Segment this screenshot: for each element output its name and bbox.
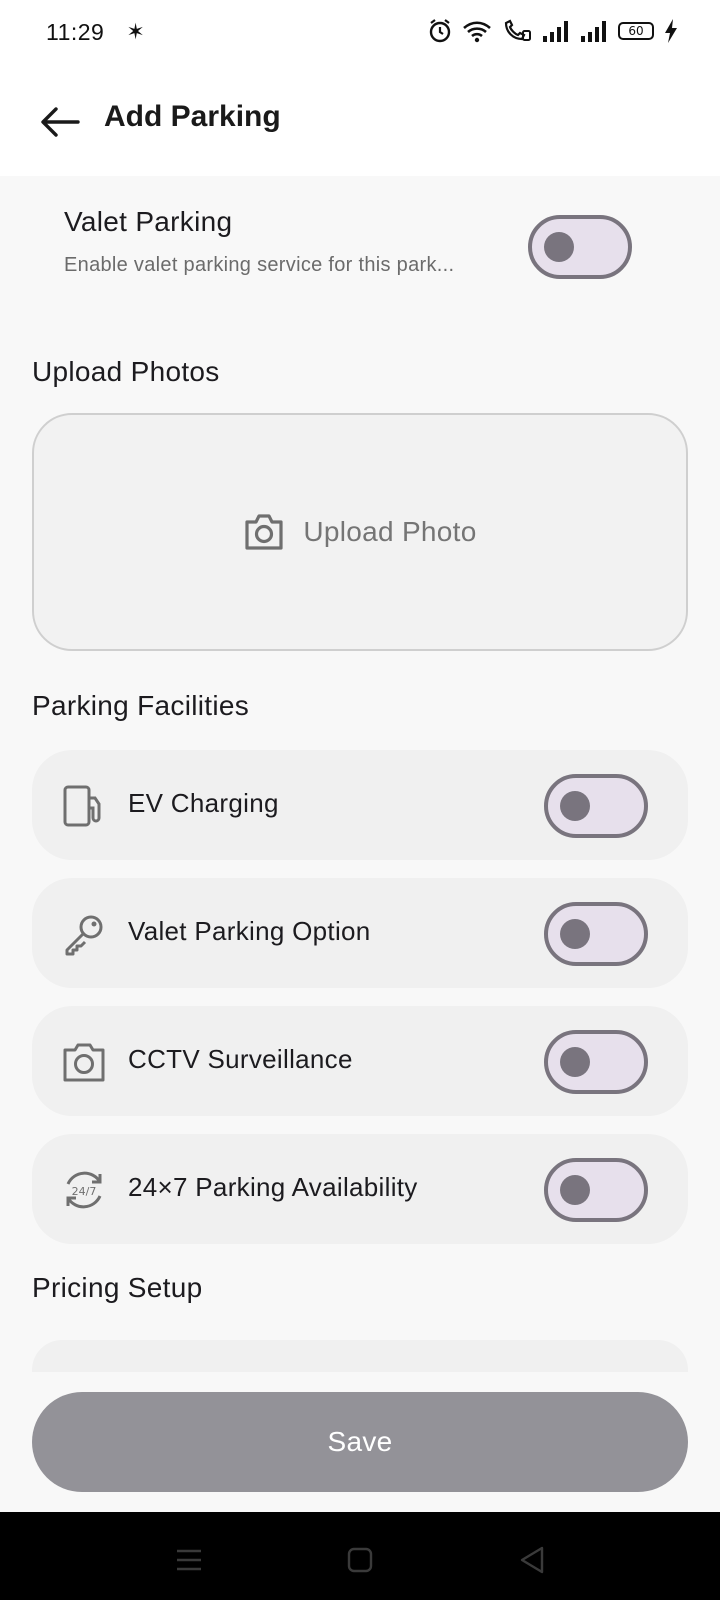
ev-charger-icon	[62, 784, 106, 828]
upload-photo-button[interactable]: Upload Photo	[32, 413, 688, 651]
back-button[interactable]	[38, 100, 82, 144]
upload-photo-label: Upload Photo	[303, 516, 477, 547]
upload-photos-title: Upload Photos	[32, 356, 220, 387]
facility-ev-charging: EV Charging	[32, 750, 688, 860]
wifi-call-icon	[504, 19, 531, 41]
menu-icon	[177, 1549, 201, 1571]
facility-label: CCTV Surveillance	[128, 1044, 353, 1074]
status-time: 11:29	[46, 18, 105, 45]
form-content[interactable]: Valet Parking Enable valet parking servi…	[0, 176, 720, 1372]
ev-charging-toggle[interactable]	[544, 774, 648, 838]
cctv-toggle[interactable]	[544, 1030, 648, 1094]
facility-24x7: 24/7 24×7 Parking Availability	[32, 1134, 688, 1244]
arrow-left-icon	[41, 107, 80, 137]
toggle-knob	[560, 791, 590, 821]
status-icons: 60	[428, 18, 678, 44]
wifi-icon	[463, 21, 491, 43]
camera-icon	[245, 514, 283, 550]
facility-label: EV Charging	[128, 788, 279, 818]
pricing-card	[32, 1340, 688, 1372]
facility-cctv: CCTV Surveillance	[32, 1006, 688, 1116]
signal-icon	[581, 21, 606, 42]
key-icon	[62, 912, 106, 956]
valet-parking-toggle[interactable]	[528, 215, 632, 279]
save-button[interactable]: Save	[32, 1392, 688, 1492]
system-nav-bar	[0, 1512, 720, 1600]
facility-label: 24×7 Parking Availability	[128, 1172, 418, 1202]
home-button[interactable]	[340, 1540, 380, 1580]
toggle-knob	[544, 232, 574, 262]
app-bar: Add Parking	[0, 64, 720, 176]
menu-button[interactable]	[169, 1540, 209, 1580]
toggle-knob	[560, 1047, 590, 1077]
cctv-camera-icon	[62, 1040, 106, 1084]
facility-label: Valet Parking Option	[128, 916, 371, 946]
facility-valet-option: Valet Parking Option	[32, 878, 688, 988]
save-label: Save	[327, 1426, 393, 1457]
status-bar: 11:29 ✶ 60	[0, 0, 720, 64]
pinwheel-icon: ✶	[126, 19, 145, 44]
toggle-knob	[560, 919, 590, 949]
parking-facilities-title: Parking Facilities	[32, 690, 250, 721]
signal-icon	[543, 21, 568, 42]
home-square-icon	[347, 1547, 373, 1573]
alarm-icon	[429, 19, 451, 43]
24x7-availability-toggle[interactable]	[544, 1158, 648, 1222]
svg-text:24/7: 24/7	[72, 1185, 97, 1198]
back-triangle-icon	[520, 1546, 544, 1574]
pricing-setup-title: Pricing Setup	[32, 1272, 203, 1303]
charging-icon	[665, 19, 677, 43]
nav-back-button[interactable]	[512, 1540, 552, 1580]
clock-24-7-icon: 24/7	[62, 1168, 106, 1212]
battery-icon: 60	[618, 22, 654, 40]
page-title: Add Parking	[104, 100, 281, 133]
valet-parking-option-toggle[interactable]	[544, 902, 648, 966]
toggle-knob	[560, 1175, 590, 1205]
